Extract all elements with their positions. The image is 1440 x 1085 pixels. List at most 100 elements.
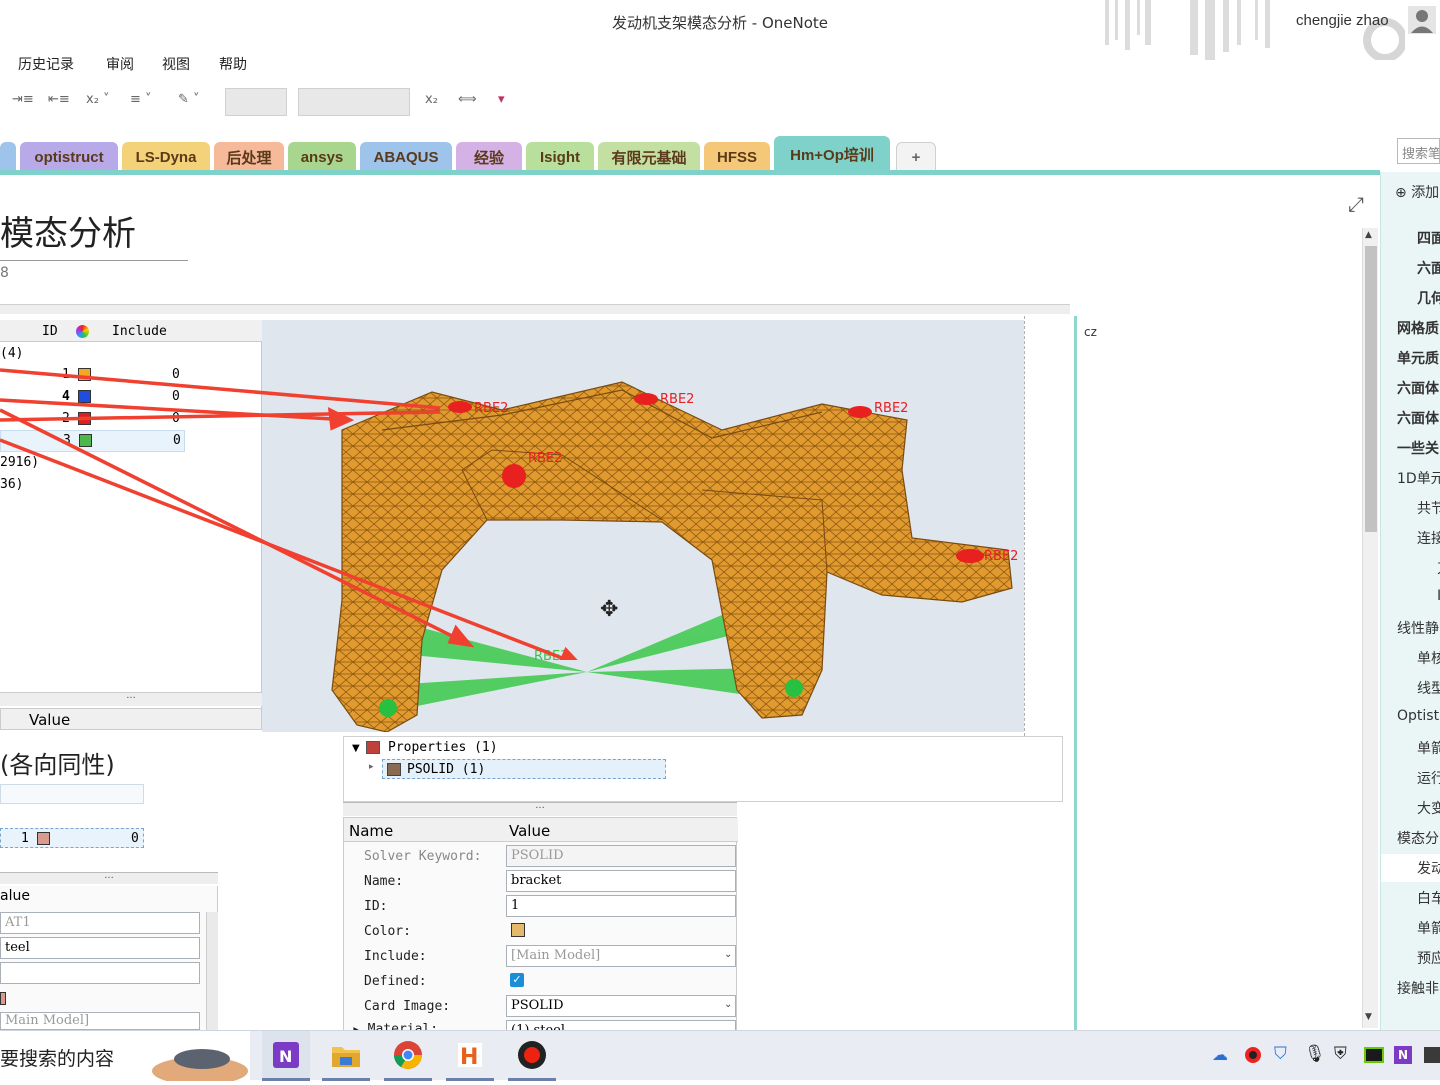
- page-item[interactable]: 连接: [1417, 528, 1440, 548]
- page-item-current[interactable]: 发动: [1417, 858, 1440, 878]
- chrome-button[interactable]: [384, 1031, 432, 1081]
- chevron-down-icon[interactable]: ⌄: [724, 949, 732, 960]
- tab-hm-op-training[interactable]: Hm+Op培训: [774, 136, 890, 172]
- menu-help[interactable]: 帮助: [219, 54, 247, 74]
- page-item[interactable]: 预应: [1417, 948, 1440, 968]
- more-options-icon[interactable]: ▾: [498, 92, 505, 107]
- outdent-icon[interactable]: ⇤≡: [48, 92, 70, 107]
- page-title[interactable]: 模态分析: [0, 206, 136, 255]
- table-row[interactable]: 4 0: [0, 386, 185, 408]
- page-item[interactable]: 白车: [1417, 888, 1440, 908]
- expand-arrow-icon[interactable]: ▸: [369, 762, 374, 772]
- table-row[interactable]: 2 0: [0, 408, 185, 430]
- bracket-model[interactable]: RBE2 RBE2 RBE2 RBE2 RBE2 RBE3 ✥: [262, 320, 1024, 733]
- panel-splitter[interactable]: ···: [0, 692, 262, 706]
- card-image-dropdown[interactable]: PSOLID: [506, 995, 736, 1017]
- material-row[interactable]: 1 0: [0, 828, 144, 848]
- tree-root-label[interactable]: Properties (1): [388, 740, 498, 755]
- subscript-2-icon[interactable]: x₂: [425, 92, 438, 107]
- insert-space-icon[interactable]: ⟺: [458, 92, 477, 107]
- page-item[interactable]: Optist: [1397, 708, 1439, 724]
- defined-checkbox[interactable]: ✓: [510, 973, 524, 987]
- subscript-icon[interactable]: x₂ ˅: [86, 92, 110, 107]
- table-row-selected[interactable]: 3 0: [0, 430, 185, 452]
- color-swatch[interactable]: [78, 368, 91, 381]
- tab-partial[interactable]: [0, 142, 16, 172]
- shield-tray-icon[interactable]: ⛉: [1274, 1044, 1287, 1064]
- prop-name-field[interactable]: bracket: [506, 870, 736, 892]
- prop-id-field[interactable]: 1: [506, 895, 736, 917]
- page-item[interactable]: 单核: [1417, 648, 1440, 668]
- page-item[interactable]: 模态分: [1397, 828, 1439, 848]
- tab-fem-basics[interactable]: 有限元基础: [598, 142, 700, 172]
- nvidia-tray-icon[interactable]: [1364, 1047, 1384, 1063]
- style-dropdown[interactable]: [298, 88, 410, 116]
- page-scrollbar[interactable]: ▲ ▼: [1362, 228, 1378, 1028]
- page-item[interactable]: 共节: [1417, 498, 1440, 518]
- page-item[interactable]: 接触非: [1397, 978, 1439, 998]
- indent-icon[interactable]: ⇥≡: [12, 92, 34, 107]
- align-icon[interactable]: ≡ ˅: [130, 92, 152, 107]
- page-item[interactable]: 单元质: [1397, 348, 1439, 368]
- menu-view[interactable]: 视图: [162, 54, 190, 74]
- add-page-button[interactable]: ⊕ 添加: [1395, 182, 1439, 202]
- user-name[interactable]: chengjie zhao: [1296, 12, 1389, 29]
- model-viewport[interactable]: RBE2 RBE2 RBE2 RBE2 RBE2 RBE3 ✥: [262, 320, 1024, 733]
- security-tray-icon[interactable]: ⛨: [1334, 1044, 1347, 1064]
- overflow-tray-icon[interactable]: [1424, 1047, 1440, 1063]
- tab-hfss[interactable]: HFSS: [704, 142, 770, 172]
- search-notebook-input[interactable]: 搜索笔: [1397, 138, 1440, 164]
- collapse-arrow-icon[interactable]: ▼: [352, 743, 360, 754]
- page-item[interactable]: 几何: [1417, 288, 1440, 308]
- page-item[interactable]: 线性静: [1397, 618, 1439, 638]
- color-swatch[interactable]: [78, 412, 91, 425]
- table-row[interactable]: 1 0: [0, 364, 185, 386]
- recorder-button[interactable]: [508, 1031, 556, 1081]
- expand-icon[interactable]: ⤢: [1348, 192, 1364, 216]
- color-swatch[interactable]: [79, 434, 92, 447]
- prop-splitter[interactable]: ···: [343, 802, 737, 816]
- tab-optistruct[interactable]: optistruct: [20, 142, 118, 172]
- tab-ansys[interactable]: ansys: [288, 142, 356, 172]
- record-tray-icon[interactable]: [1245, 1047, 1261, 1063]
- tab-isight[interactable]: Isight: [526, 142, 594, 172]
- onenote-taskbar-button[interactable]: N: [262, 1031, 310, 1081]
- menu-review[interactable]: 审阅: [106, 54, 134, 74]
- onenote-tray-icon[interactable]: N: [1394, 1046, 1412, 1064]
- chevron-down-icon[interactable]: ⌄: [724, 999, 732, 1010]
- tab-postprocess[interactable]: 后处理: [214, 142, 284, 172]
- hypermesh-button[interactable]: H: [446, 1031, 494, 1081]
- material-name-field[interactable]: teel: [0, 937, 200, 959]
- page-item[interactable]: 六面体: [1397, 408, 1439, 428]
- prop-color-swatch[interactable]: [511, 923, 525, 937]
- taskbar-search-box[interactable]: 要搜索的内容: [0, 1031, 250, 1085]
- tab-abaqus[interactable]: ABAQUS: [360, 142, 452, 172]
- page-item[interactable]: 大变: [1417, 798, 1440, 818]
- scroll-thumb[interactable]: [1365, 246, 1377, 532]
- tab-ls-dyna[interactable]: LS-Dyna: [122, 142, 210, 172]
- user-avatar-icon[interactable]: [1408, 6, 1436, 34]
- file-explorer-button[interactable]: [322, 1031, 370, 1081]
- page-item[interactable]: 四面: [1417, 228, 1440, 248]
- page-item[interactable]: 单箭: [1417, 918, 1440, 938]
- scroll-up-icon[interactable]: ▲: [1365, 230, 1372, 240]
- font-size-dropdown[interactable]: [225, 88, 287, 116]
- page-item[interactable]: 1D单元: [1397, 468, 1440, 488]
- material-splitter[interactable]: ···: [0, 872, 218, 884]
- page-item[interactable]: 一些关: [1397, 438, 1439, 458]
- cloud-tray-icon[interactable]: ☁: [1212, 1045, 1228, 1064]
- page-item[interactable]: 运行: [1417, 768, 1440, 788]
- page-item[interactable]: 六面体: [1397, 378, 1439, 398]
- page-item[interactable]: 网格质: [1397, 318, 1439, 338]
- color-swatch[interactable]: [78, 390, 91, 403]
- page-item[interactable]: 单箭: [1417, 738, 1440, 758]
- material-id-field[interactable]: [0, 962, 200, 984]
- prop-include-dropdown[interactable]: [Main Model]: [506, 945, 736, 967]
- material-color-cell[interactable]: [0, 992, 6, 1005]
- add-section-button[interactable]: +: [896, 142, 936, 172]
- menu-history[interactable]: 历史记录: [18, 54, 74, 74]
- tree-item-psolid[interactable]: ▸ PSOLID (1): [369, 759, 666, 779]
- material-scrollbar[interactable]: [206, 912, 218, 1031]
- material-search-field[interactable]: [0, 784, 144, 804]
- material-include-field[interactable]: Main Model]: [0, 1012, 200, 1030]
